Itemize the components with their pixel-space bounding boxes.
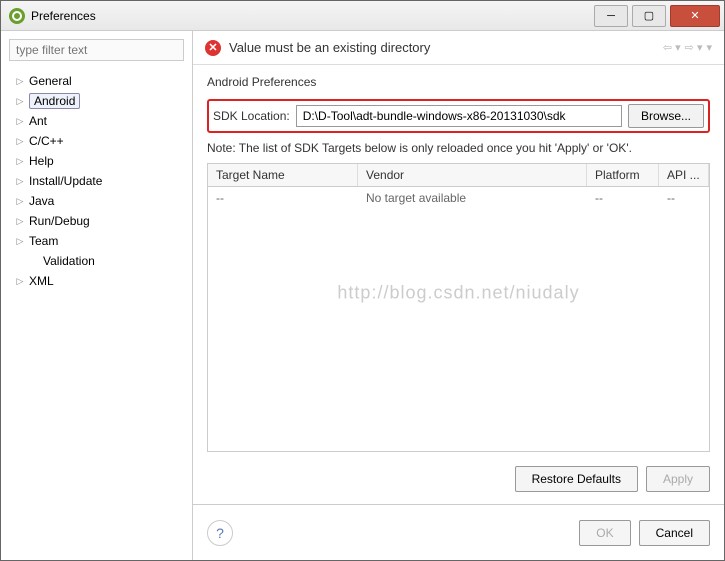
expand-arrow-icon: ▷: [15, 116, 25, 127]
expand-arrow-icon: ▷: [15, 276, 25, 287]
window-title: Preferences: [31, 9, 96, 23]
col-vendor[interactable]: Vendor: [358, 164, 587, 186]
sidebar-item-help[interactable]: ▷ Help: [9, 151, 184, 171]
sidebar-item-label: Run/Debug: [29, 214, 90, 228]
sidebar-item-ant[interactable]: ▷ Ant: [9, 111, 184, 131]
sidebar-item-label: Ant: [29, 114, 47, 128]
sidebar-item-label: C/C++: [29, 134, 64, 148]
expand-arrow-icon: ▷: [15, 156, 25, 167]
sdk-label: SDK Location:: [213, 109, 290, 123]
watermark: http://blog.csdn.net/niudaly: [337, 283, 579, 304]
titlebar: Preferences ─ ▢ ✕: [1, 1, 724, 31]
col-target-name[interactable]: Target Name: [208, 164, 358, 186]
browse-button[interactable]: Browse...: [628, 104, 704, 128]
section-title: Android Preferences: [207, 75, 710, 89]
error-bar: ✕ Value must be an existing directory ⇦ …: [193, 31, 724, 65]
targets-table: Target Name Vendor Platform API ... -- N…: [207, 163, 710, 452]
forward-icon[interactable]: ⇨ ▾: [685, 41, 703, 54]
expand-arrow-icon: ▷: [15, 96, 25, 107]
filter-input[interactable]: [9, 39, 184, 61]
sidebar-item-validation[interactable]: Validation: [9, 251, 184, 271]
error-message: Value must be an existing directory: [229, 40, 430, 55]
sidebar-item-label: XML: [29, 274, 54, 288]
expand-arrow-icon: ▷: [15, 176, 25, 187]
maximize-button[interactable]: ▢: [632, 5, 666, 27]
sidebar: ▷ General ▷ Android ▷ Ant ▷ C/C++ ▷ Help ▷ Install/…: [1, 31, 193, 560]
menu-icon[interactable]: ▾: [706, 41, 712, 54]
sidebar-item-label: General: [29, 74, 72, 88]
minimize-button[interactable]: ─: [594, 5, 628, 27]
sidebar-item-xml[interactable]: ▷ XML: [9, 271, 184, 291]
sdk-location-row: SDK Location: Browse...: [207, 99, 710, 133]
sidebar-item-team[interactable]: ▷ Team: [9, 231, 184, 251]
sidebar-item-java[interactable]: ▷ Java: [9, 191, 184, 211]
back-icon[interactable]: ⇦ ▾: [663, 41, 681, 54]
expand-arrow-icon: ▷: [15, 196, 25, 207]
col-api[interactable]: API ...: [659, 164, 709, 186]
sidebar-item-label: Android: [29, 93, 80, 109]
expand-arrow-icon: ▷: [15, 216, 25, 227]
note-text: Note: The list of SDK Targets below is o…: [207, 141, 710, 155]
sidebar-item-label: Install/Update: [29, 174, 102, 188]
table-row: -- No target available -- --: [208, 187, 709, 209]
expand-arrow-icon: ▷: [15, 236, 25, 247]
preferences-dialog: Preferences ─ ▢ ✕ ▷ General ▷ Android ▷ Ant ▷ C…: [0, 0, 725, 561]
error-icon: ✕: [205, 40, 221, 56]
sidebar-item-c-c-[interactable]: ▷ C/C++: [9, 131, 184, 151]
sidebar-item-install-update[interactable]: ▷ Install/Update: [9, 171, 184, 191]
restore-defaults-button[interactable]: Restore Defaults: [515, 466, 638, 492]
help-icon[interactable]: ?: [207, 520, 233, 546]
sidebar-item-label: Java: [29, 194, 54, 208]
sidebar-item-run-debug[interactable]: ▷ Run/Debug: [9, 211, 184, 231]
app-icon: [9, 8, 25, 24]
expand-arrow-icon: ▷: [15, 136, 25, 147]
ok-button[interactable]: OK: [579, 520, 630, 546]
sidebar-item-label: Help: [29, 154, 54, 168]
sidebar-item-general[interactable]: ▷ General: [9, 71, 184, 91]
sdk-location-input[interactable]: [296, 105, 622, 127]
sidebar-item-android[interactable]: ▷ Android: [9, 91, 184, 111]
expand-arrow-icon: ▷: [15, 76, 25, 87]
cancel-button[interactable]: Cancel: [639, 520, 710, 546]
close-button[interactable]: ✕: [670, 5, 720, 27]
apply-button[interactable]: Apply: [646, 466, 710, 492]
col-platform[interactable]: Platform: [587, 164, 659, 186]
sidebar-item-label: Validation: [43, 254, 95, 268]
preferences-tree: ▷ General ▷ Android ▷ Ant ▷ C/C++ ▷ Help ▷ Install/…: [9, 67, 184, 291]
sidebar-item-label: Team: [29, 234, 58, 248]
